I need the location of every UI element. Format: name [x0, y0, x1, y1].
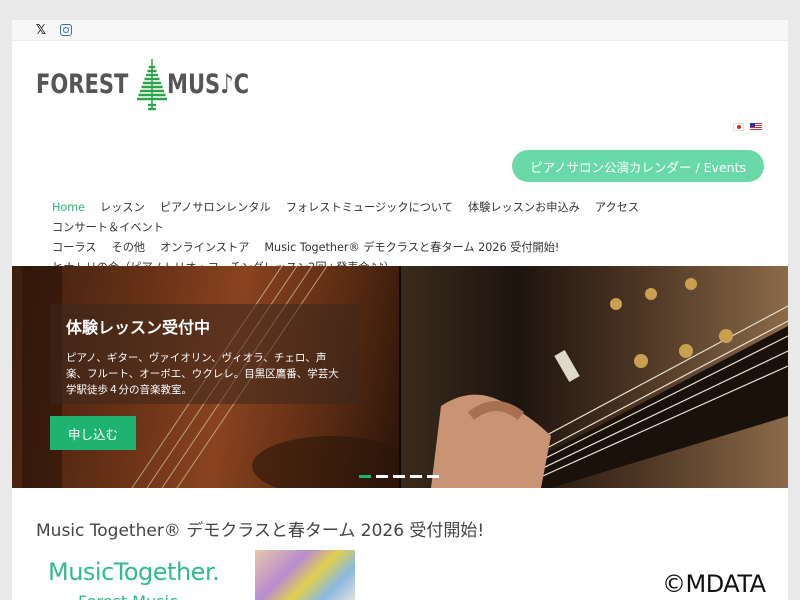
nav-item-online-store[interactable]: オンラインストア — [160, 238, 249, 258]
music-together-logo: MusicTogether. — [48, 558, 220, 586]
nav-item-trial-lesson[interactable]: 体験レッスンお申込み — [468, 198, 580, 218]
page: 𝕏 FOREST MUS♪C ピアノサロン公演カレンダー / Events Ho… — [12, 20, 788, 600]
calendar-events-button[interactable]: ピアノサロン公演カレンダー / Events — [512, 150, 764, 182]
slider-dot[interactable] — [376, 475, 388, 478]
logo-text-left: FOREST — [36, 68, 129, 100]
guitar-photo — [401, 266, 788, 488]
us-flag-icon[interactable] — [750, 123, 762, 131]
logo-text-right: MUS♪C — [166, 68, 249, 100]
apply-button[interactable]: 申し込む — [50, 416, 136, 450]
nav-item-music-together[interactable]: Music Together® デモクラスと春ターム 2026 受付開始! — [264, 238, 559, 258]
nav-item-about[interactable]: フォレストミュージックについて — [286, 198, 453, 218]
section-title: Music Together® デモクラスと春ターム 2026 受付開始! — [36, 521, 485, 541]
slider-dots — [359, 475, 439, 478]
kids-class-photo — [255, 550, 355, 600]
japan-flag-icon[interactable] — [733, 123, 744, 131]
slider-dot[interactable] — [410, 475, 422, 478]
nav-item-lessons[interactable]: レッスン — [100, 198, 145, 218]
nav-item-other[interactable]: その他 — [112, 238, 146, 258]
hero-title: 体験レッスン受付中 — [66, 318, 211, 337]
nav-item-home[interactable]: Home — [52, 198, 85, 218]
top-bar: 𝕏 — [12, 20, 788, 41]
nav-item-chorus[interactable]: コーラス — [52, 238, 97, 258]
nav-item-piano-salon-rental[interactable]: ピアノサロンレンタル — [160, 198, 271, 218]
tree-logo-icon — [136, 59, 167, 111]
watermark: ©MDATA — [656, 568, 772, 600]
music-together-subtitle: Forest Music — [78, 592, 178, 600]
instagram-icon[interactable] — [60, 24, 72, 36]
nav-item-concerts-events[interactable]: コンサート＆イベント — [52, 218, 164, 238]
site-logo[interactable]: FOREST MUS♪C — [36, 56, 272, 112]
x-icon[interactable]: 𝕏 — [34, 23, 48, 38]
hero-description: ピアノ、ギター、ヴァイオリン、ヴィオラ、チェロ、声楽、フルート、オーボエ、ウクレ… — [66, 352, 339, 396]
slider-dot[interactable] — [393, 475, 405, 478]
language-switcher — [733, 123, 762, 131]
hero-slider[interactable]: 体験レッスン受付中 ピアノ、ギター、ヴァイオリン、ヴィオラ、チェロ、声楽、フルー… — [12, 266, 788, 488]
nav-item-access[interactable]: アクセス — [595, 198, 639, 218]
slider-dot[interactable] — [427, 475, 439, 478]
hero-caption: 体験レッスン受付中 ピアノ、ギター、ヴァイオリン、ヴィオラ、チェロ、声楽、フルー… — [50, 304, 360, 404]
slider-dot[interactable] — [359, 475, 371, 478]
